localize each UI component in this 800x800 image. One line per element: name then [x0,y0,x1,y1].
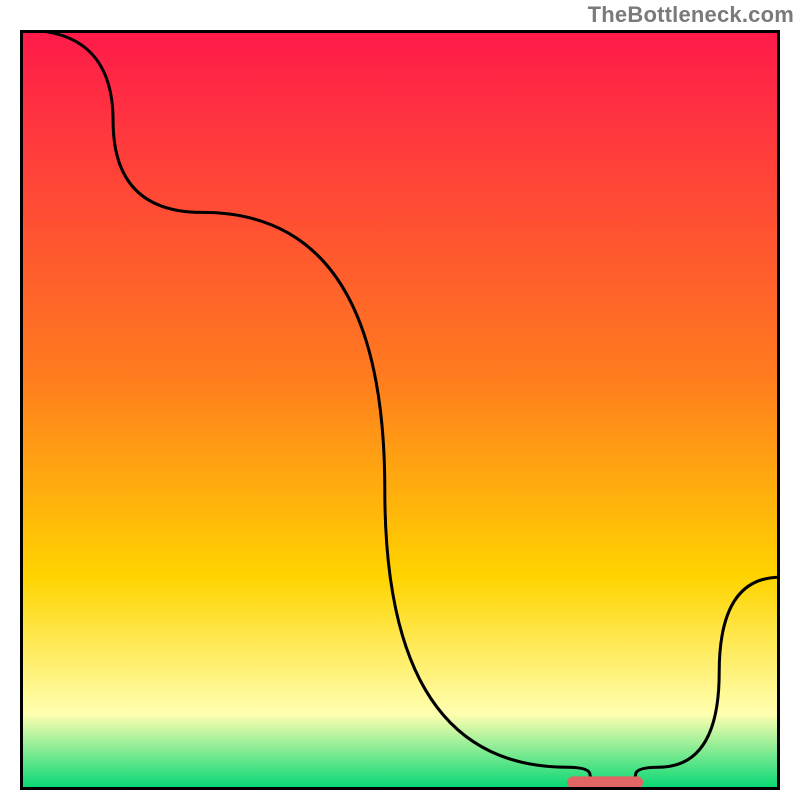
chart-container: TheBottleneck.com [0,0,800,800]
plot-svg [20,30,780,790]
plot-frame [20,30,780,790]
gradient-background [20,30,780,790]
optimal-range-marker [567,776,643,788]
attribution-label: TheBottleneck.com [588,2,794,28]
